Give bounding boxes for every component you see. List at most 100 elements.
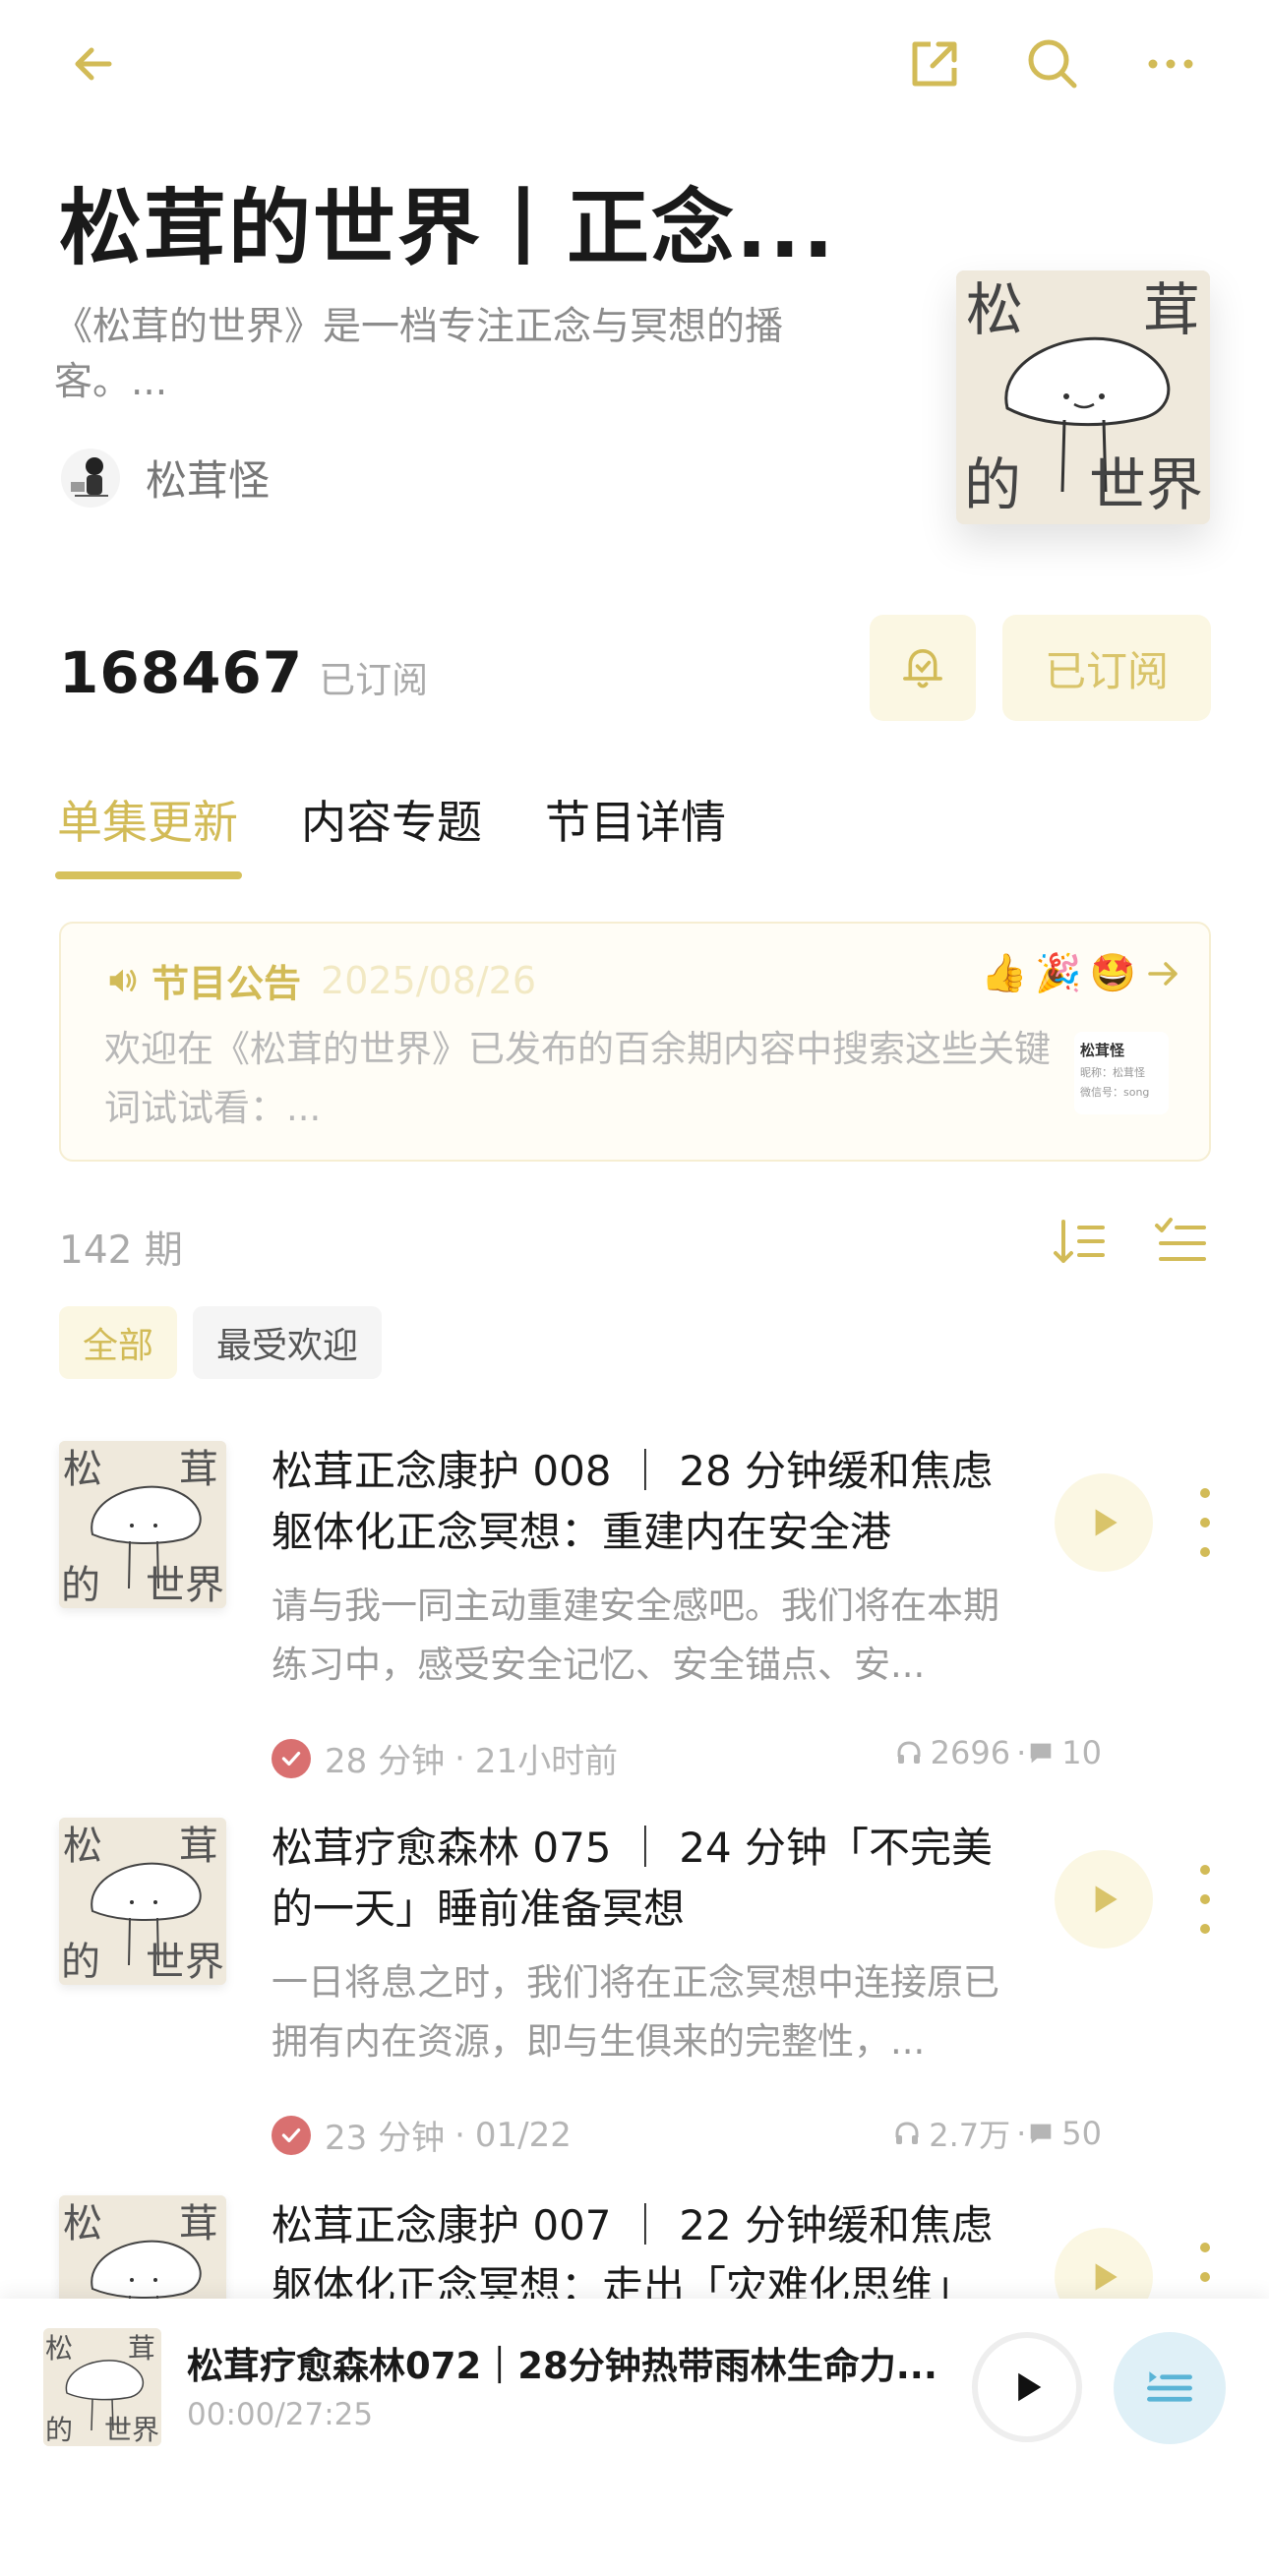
filter-chips: 全部 最受欢迎	[59, 1306, 397, 1379]
episode-more-icon[interactable]	[1190, 1488, 1220, 1557]
thumbnail-line-2: 微信号：song	[1080, 1086, 1150, 1099]
comment-count: 10	[1061, 1734, 1102, 1771]
tab-episodes[interactable]: 单集更新	[55, 787, 242, 879]
episode-description: 一日将息之时，我们将在正念冥想中连接原已拥有内在资源，即与生俱来的完整性，...	[272, 1961, 999, 2063]
filter-popular[interactable]: 最受欢迎	[193, 1306, 383, 1379]
announcement-thumbnail[interactable]: 松茸怪 昵称：松茸怪 微信号：song	[1074, 1032, 1169, 1114]
episode-time: 21小时前	[474, 1742, 619, 1781]
mini-player[interactable]: 松 茸 的 世界 松茸疗愈森林072｜28分钟热带雨林生命力... 00:00/…	[0, 2299, 1269, 2576]
comment-icon	[1030, 1743, 1052, 1764]
episode-duration: 23 分钟	[325, 2119, 446, 2158]
podcast-description[interactable]: 《松茸的世界》是一档专注正念与冥想的播客。...	[54, 300, 841, 410]
search-icon[interactable]	[1008, 20, 1097, 108]
stats-separator: ·	[1016, 2115, 1027, 2152]
episode-stats: 2.7万 · 50	[891, 2111, 1102, 2156]
svg-text:松: 松	[63, 1824, 102, 1869]
svg-text:茸: 茸	[179, 1447, 218, 1492]
svg-text:茸: 茸	[128, 2332, 155, 2365]
svg-text:松: 松	[45, 2332, 73, 2365]
stats-separator: ·	[1016, 1734, 1027, 1771]
announcement-date: 2025/08/26	[321, 958, 537, 1002]
thumbnail-line-1: 昵称：松茸怪	[1080, 1066, 1145, 1079]
played-check-icon	[272, 2115, 311, 2155]
svg-text:的: 的	[61, 1940, 100, 1985]
more-options-icon[interactable]	[1126, 20, 1215, 108]
player-play-button[interactable]	[972, 2332, 1082, 2442]
svg-text:的: 的	[964, 451, 1021, 518]
headphones-icon	[897, 1741, 921, 1764]
party-popper-icon: 🎉	[1035, 951, 1082, 994]
play-icon	[1095, 1886, 1118, 1913]
svg-text:松: 松	[966, 276, 1023, 343]
sort-order-icon[interactable]	[1048, 1210, 1111, 1273]
author-row[interactable]: 松茸怪	[61, 448, 270, 508]
play-icon	[1095, 1509, 1118, 1536]
batch-select-icon[interactable]	[1149, 1210, 1212, 1273]
svg-text:世界: 世界	[104, 2414, 159, 2446]
episode-stats: 2696 · 10	[893, 1734, 1102, 1771]
episode-item[interactable]: 松 茸 的 世界 松茸正念康护 008 ｜ 28 分钟缓和焦虑躯体化正念冥想：重…	[0, 1441, 1269, 1815]
author-name[interactable]: 松茸怪	[146, 448, 270, 508]
svg-text:茸: 茸	[179, 1824, 218, 1869]
announcement-text: 欢迎在《松茸的世界》已发布的百余期内容中搜索这些关键词试试看：...	[104, 1028, 1051, 1129]
headphones-icon	[895, 2122, 919, 2144]
played-check-icon	[272, 1738, 311, 1778]
play-icon	[1018, 2372, 1042, 2402]
speaker-icon	[109, 969, 137, 991]
announcement-card[interactable]: 节目公告 2025/08/26 👍 🎉 🤩 欢迎在《松茸的世界》已发布的百余期内…	[59, 922, 1211, 1162]
comment-count: 50	[1061, 2115, 1102, 2152]
announcement-title: 节目公告	[151, 962, 302, 1005]
announcement-header: 节目公告 2025/08/26	[104, 953, 536, 1007]
play-button[interactable]	[1055, 1473, 1153, 1572]
tab-bar: 单集更新 内容专题 节目详情	[55, 787, 789, 879]
episode-description: 请与我一同主动重建安全感吧。我们将在本期练习中，感受安全记忆、安全锚点、安...	[272, 1585, 999, 1686]
play-icon	[1095, 2263, 1118, 2291]
svg-text:茸: 茸	[1143, 276, 1200, 343]
episode-item[interactable]: 松 茸 的 世界 松茸疗愈森林 075 ｜ 24 分钟「不完美的一天」睡前准备冥…	[0, 1818, 1269, 2191]
svg-text:世界: 世界	[146, 1563, 224, 1608]
meta-separator: ·	[454, 1738, 465, 1778]
play-count: 2.7万	[929, 2117, 1011, 2154]
episode-cover[interactable]: 松 茸 的 世界	[59, 1441, 226, 1608]
tab-topics[interactable]: 内容专题	[301, 787, 482, 879]
episode-meta: 23 分钟 · 01/22	[272, 2111, 572, 2159]
episode-more-icon[interactable]	[1190, 1865, 1220, 1934]
svg-text:松: 松	[63, 1447, 102, 1492]
player-title[interactable]: 松茸疗愈森林072｜28分钟热带雨林生命力...	[187, 2336, 944, 2389]
share-icon[interactable]	[890, 20, 979, 108]
tab-details[interactable]: 节目详情	[545, 787, 726, 879]
podcast-title: 松茸的世界丨正念...	[59, 180, 836, 276]
play-count: 2696	[930, 1734, 1011, 1771]
podcast-cover: 松 茸 的 世界	[956, 270, 1210, 524]
top-bar	[0, 0, 1269, 128]
notification-bell-button[interactable]	[870, 615, 976, 721]
comment-icon	[1030, 2124, 1052, 2144]
author-avatar[interactable]	[61, 448, 120, 508]
episode-title[interactable]: 松茸正念康护 008 ｜ 28 分钟缓和焦虑躯体化正念冥想：重建内在安全港	[272, 1441, 1019, 1563]
back-arrow-icon[interactable]	[49, 20, 138, 108]
svg-text:松: 松	[63, 2201, 102, 2247]
episode-duration: 28 分钟	[325, 1742, 446, 1781]
bell-icon	[903, 648, 942, 689]
thumbs-up-icon: 👍	[981, 951, 1028, 994]
subscribe-button[interactable]: 已订阅	[1002, 615, 1211, 721]
svg-text:茸: 茸	[179, 2201, 218, 2247]
meta-separator: ·	[454, 2115, 465, 2155]
arrow-right-icon[interactable]	[1144, 954, 1183, 993]
playlist-button[interactable]	[1114, 2332, 1226, 2444]
playlist-icon	[1147, 2371, 1192, 2402]
subscriber-count-row: 168467 已订阅	[59, 639, 428, 706]
filter-all[interactable]: 全部	[59, 1306, 178, 1379]
episode-meta: 28 分钟 · 21小时前	[272, 1734, 618, 1782]
play-button[interactable]	[1055, 1850, 1153, 1948]
announcement-emojis: 👍 🎉 🤩	[981, 951, 1183, 995]
svg-text:的: 的	[61, 1563, 100, 1608]
grinning-face-icon: 🤩	[1089, 951, 1136, 994]
podcast-page: 松茸的世界丨正念... 《松茸的世界》是一档专注正念与冥想的播客。... 松茸怪…	[0, 0, 1269, 2576]
episode-time: 01/22	[474, 2115, 572, 2155]
episode-cover[interactable]: 松 茸 的 世界	[59, 1818, 226, 1985]
svg-text:的: 的	[45, 2414, 73, 2446]
episode-title[interactable]: 松茸疗愈森林 075 ｜ 24 分钟「不完美的一天」睡前准备冥想	[272, 1818, 1019, 1940]
player-cover[interactable]: 松 茸 的 世界	[43, 2328, 161, 2446]
episode-count: 142 期	[59, 1228, 183, 1273]
